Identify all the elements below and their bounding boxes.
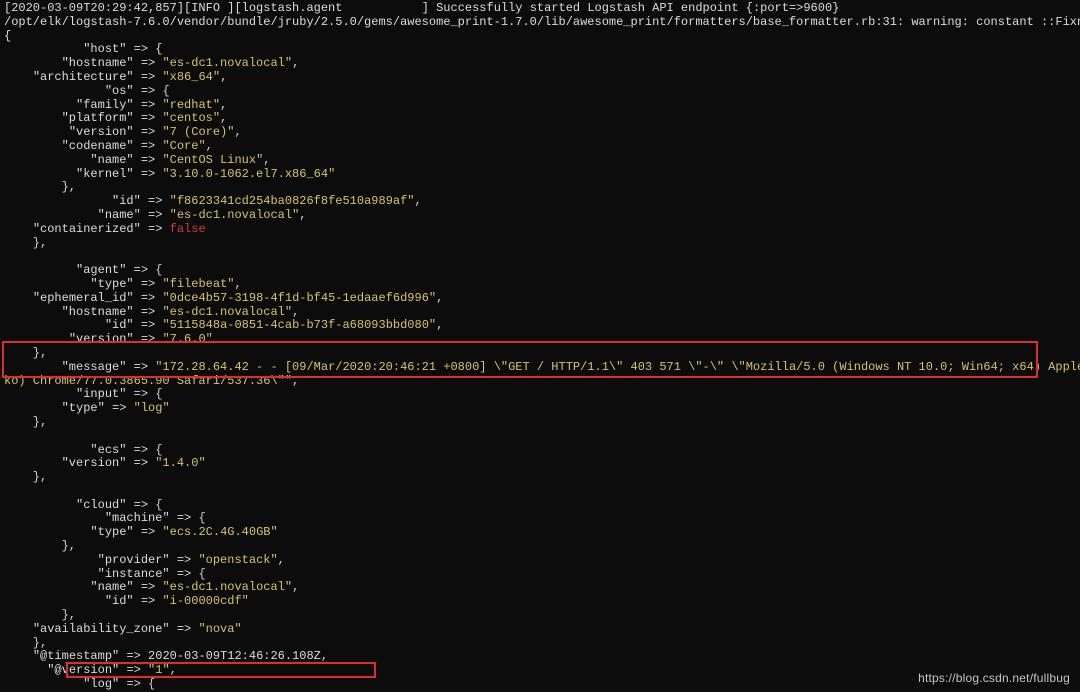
- kv-hostname2: "name" => "es-dc1.novalocal",: [4, 208, 306, 222]
- kv-cloud-open: "cloud" => {: [4, 498, 162, 512]
- kv-ecs-open: "ecs" => {: [4, 443, 162, 457]
- kv-machine-open: "machine" => {: [4, 511, 206, 525]
- blank-2: [4, 429, 11, 443]
- kv-platform: "platform" => "centos",: [4, 111, 227, 125]
- kv-instance-id: "id" => "i-00000cdf": [4, 594, 249, 608]
- kv-os-open: "os" => {: [4, 84, 170, 98]
- kv-ecs-ver: "version" => "1.4.0": [4, 456, 206, 470]
- kv-host: "host" => {: [4, 42, 162, 56]
- log-header-1: [2020-03-09T20:29:42,857][INFO ][logstas…: [4, 1, 839, 15]
- kv-osversion: "version" => "7 (Core)",: [4, 125, 242, 139]
- kv-version: "@version" => "1",: [4, 663, 177, 677]
- blank-1: [4, 249, 11, 263]
- kv-hostname: "hostname" => "es-dc1.novalocal",: [4, 56, 299, 70]
- blank-3: [4, 484, 11, 498]
- kv-instance-name: "name" => "es-dc1.novalocal",: [4, 580, 299, 594]
- kv-hostid: "id" => "f8623341cd254ba0826f8fe510a989a…: [4, 194, 422, 208]
- kv-provider: "provider" => "openstack",: [4, 553, 285, 567]
- kv-instance-open: "instance" => {: [4, 567, 206, 581]
- brace-open: {: [4, 29, 11, 43]
- kv-timestamp: "@timestamp" => 2020-03-09T12:46:26.108Z…: [4, 649, 328, 663]
- log-header-2: /opt/elk/logstash-7.6.0/vendor/bundle/jr…: [4, 15, 1080, 29]
- kv-message-2: ko) Chrome/77.0.3865.90 Safari/537.36\""…: [4, 374, 299, 388]
- host-close: },: [4, 236, 47, 250]
- kv-agent-ver: "version" => "7.6.0": [4, 332, 213, 346]
- kv-osname: "name" => "CentOS Linux",: [4, 153, 270, 167]
- watermark: https://blog.csdn.net/fullbug: [918, 672, 1070, 686]
- agent-close: },: [4, 346, 47, 360]
- kv-agent-open: "agent" => {: [4, 263, 162, 277]
- kv-input-type: "type" => "log": [4, 401, 170, 415]
- kv-message: "message" => "172.28.64.42 - - [09/Mar/2…: [4, 360, 1080, 374]
- kv-agent-type: "type" => "filebeat",: [4, 277, 242, 291]
- kv-kernel: "kernel" => "3.10.0-1062.el7.x86_64": [4, 167, 335, 181]
- kv-agent-host: "hostname" => "es-dc1.novalocal",: [4, 305, 299, 319]
- kv-containerized: "containerized" => false: [4, 222, 206, 236]
- kv-agent-id: "id" => "5115848a-0851-4cab-b73f-a68093b…: [4, 318, 443, 332]
- os-close: },: [4, 180, 76, 194]
- kv-family: "family" => "redhat",: [4, 98, 227, 112]
- kv-log-open: "log" => {: [4, 677, 155, 691]
- input-close: },: [4, 415, 47, 429]
- terminal-output[interactable]: [2020-03-09T20:29:42,857][INFO ][logstas…: [0, 0, 1080, 692]
- kv-agent-eph: "ephemeral_id" => "0dce4b57-3198-4f1d-bf…: [4, 291, 443, 305]
- ecs-close: },: [4, 470, 47, 484]
- kv-az: "availability_zone" => "nova": [4, 622, 242, 636]
- kv-input-open: "input" => {: [4, 387, 162, 401]
- cloud-close: },: [4, 636, 47, 650]
- kv-architecture: "architecture" => "x86_64",: [4, 70, 227, 84]
- kv-machine-type: "type" => "ecs.2C.4G.40GB": [4, 525, 278, 539]
- kv-codename: "codename" => "Core",: [4, 139, 213, 153]
- machine-close: },: [4, 539, 76, 553]
- instance-close: },: [4, 608, 76, 622]
